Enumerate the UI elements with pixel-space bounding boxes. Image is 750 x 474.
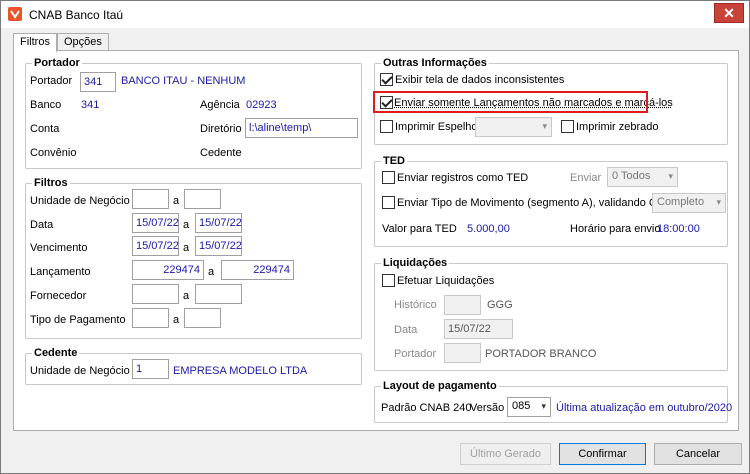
cnab-window: CNAB Banco Itaú ✕ Filtros Opções Portado… <box>0 0 750 474</box>
fornecedor-a-label: a <box>183 290 190 302</box>
highlight-box <box>373 91 648 113</box>
diretorio-input[interactable]: l:\aline\temp\ <box>245 118 358 138</box>
efetuar-liquidacoes-label: Efetuar Liquidações <box>397 275 495 287</box>
ted-legend: TED <box>381 155 407 167</box>
tipo-pagamento-to-input[interactable] <box>184 308 221 328</box>
versao-select[interactable]: 085 ▾ <box>507 397 551 417</box>
agencia-label: Agência <box>200 99 240 111</box>
valor-ted-value: 5.000,00 <box>467 223 510 235</box>
cedente-legend: Cedente <box>32 347 80 359</box>
horario-envio-label: Horário para envio <box>570 223 661 235</box>
historico-input[interactable] <box>444 295 481 315</box>
efetuar-liquidacoes-checkbox[interactable] <box>382 274 395 287</box>
tipo-a-label: a <box>173 314 180 326</box>
fornecedor-from-input[interactable] <box>132 284 179 304</box>
unidade-a-label: a <box>173 195 180 207</box>
liquidacao-data-label: Data <box>394 324 418 336</box>
versao-select-value: 085 <box>512 400 531 412</box>
valor-ted-label: Valor para TED <box>382 223 457 235</box>
conta-label: Conta <box>30 123 60 135</box>
venc-a-label: a <box>183 242 190 254</box>
imprimir-espelho-select[interactable]: ▾ <box>475 117 552 137</box>
confirmar-button[interactable]: Confirmar <box>559 443 646 465</box>
liquidacao-portador-value: PORTADOR BRANCO <box>485 348 597 360</box>
lanc-a-label: a <box>208 266 215 278</box>
agencia-value: 02923 <box>246 99 277 111</box>
liquidacao-portador-input[interactable] <box>444 343 481 363</box>
imprimir-espelho-checkbox[interactable] <box>380 120 393 133</box>
unidade-from-input[interactable] <box>132 189 169 209</box>
unidade-to-input[interactable] <box>184 189 221 209</box>
enviar-tipo-movimento-checkbox[interactable] <box>382 196 395 209</box>
historico-value: GGG <box>487 299 513 311</box>
fornecedor-label: Fornecedor <box>30 290 87 302</box>
ultima-atualizacao-label: Última atualização em outubro/2020 <box>556 402 733 414</box>
data-label: Data <box>30 219 54 231</box>
exibir-inconsistentes-label: Exibir tela de dados inconsistentes <box>395 74 565 86</box>
banco-label: Banco <box>30 99 62 111</box>
diretorio-label: Diretório <box>200 123 242 135</box>
vencimento-label: Vencimento <box>30 242 88 254</box>
chevron-down-icon: ▾ <box>668 171 673 181</box>
venc-from-input[interactable]: 15/07/22 <box>132 236 179 256</box>
banco-value: 341 <box>81 99 100 111</box>
liquidacao-data-input[interactable]: 15/07/22 <box>444 319 513 339</box>
tab-opcoes[interactable]: Opções <box>57 33 109 51</box>
imprimir-zebrado-checkbox[interactable] <box>561 120 574 133</box>
lanc-to-input[interactable]: 229474 <box>221 260 294 280</box>
data-to-input[interactable]: 15/07/22 <box>195 213 242 233</box>
layout-legend: Layout de pagamento <box>381 380 499 392</box>
lancamento-label: Lançamento <box>30 266 91 278</box>
tipo-pagamento-from-input[interactable] <box>132 308 169 328</box>
portador-label: Portador <box>30 75 73 87</box>
padrao-cnab-label: Padrão CNAB 240 <box>381 402 472 414</box>
liquidacoes-legend: Liquidações <box>381 257 450 269</box>
title-bar: CNAB Banco Itaú ✕ <box>1 1 749 28</box>
outras-legend: Outras Informações <box>381 57 489 69</box>
filtros-legend: Filtros <box>32 177 70 189</box>
convenio-label: Convênio <box>30 147 77 159</box>
cedente-unidade-label: Unidade de Negócio <box>30 365 130 377</box>
venc-to-input[interactable]: 15/07/22 <box>195 236 242 256</box>
chevron-down-icon: ▾ <box>541 401 546 411</box>
portador-name: BANCO ITAU - NENHUM <box>121 75 246 87</box>
tipo-pagamento-label: Tipo de Pagamento <box>30 314 126 326</box>
cedente-label: Cedente <box>200 147 242 159</box>
versao-label: Versão <box>470 402 505 414</box>
tipo-movimento-select-value: Completo <box>657 196 705 208</box>
portador-legend: Portador <box>32 57 82 69</box>
ultimo-gerado-button[interactable]: Último Gerado <box>460 443 551 465</box>
cedente-unidade-name: EMPRESA MODELO LTDA <box>173 365 308 377</box>
enviar-select-value: 0 Todos <box>612 170 651 182</box>
close-button[interactable]: ✕ <box>714 3 744 23</box>
exibir-inconsistentes-checkbox[interactable] <box>380 73 393 86</box>
portador-code-input[interactable]: 341 <box>80 72 116 92</box>
app-icon <box>8 7 22 21</box>
tab-filtros[interactable]: Filtros <box>13 33 57 52</box>
enviar-registros-ted-label: Enviar registros como TED <box>397 172 529 184</box>
data-a-label: a <box>183 219 190 231</box>
data-from-input[interactable]: 15/07/22 <box>132 213 179 233</box>
enviar-label: Enviar <box>570 172 602 184</box>
enviar-tipo-movimento-label: Enviar Tipo de Movimento (segmento A), v… <box>397 197 678 209</box>
tipo-movimento-select[interactable]: Completo ▾ <box>652 193 726 213</box>
unidade-negocio-label: Unidade de Negócio <box>30 195 130 207</box>
enviar-select[interactable]: 0 Todos ▾ <box>607 167 678 187</box>
chevron-down-icon: ▾ <box>716 197 721 207</box>
enviar-registros-ted-checkbox[interactable] <box>382 171 395 184</box>
horario-envio-value: 18:00:00 <box>657 223 700 235</box>
cancelar-button[interactable]: Cancelar <box>654 443 742 465</box>
historico-label: Histórico <box>394 299 437 311</box>
imprimir-zebrado-label: Imprimir zebrado <box>576 121 659 133</box>
fornecedor-to-input[interactable] <box>195 284 242 304</box>
lanc-from-input[interactable]: 229474 <box>132 260 204 280</box>
cedente-unidade-code-input[interactable]: 1 <box>132 359 169 379</box>
liquidacao-portador-label: Portador <box>394 348 437 360</box>
window-title: CNAB Banco Itaú <box>29 8 124 22</box>
imprimir-espelho-label: Imprimir Espelho <box>395 121 478 133</box>
chevron-down-icon: ▾ <box>542 121 547 131</box>
